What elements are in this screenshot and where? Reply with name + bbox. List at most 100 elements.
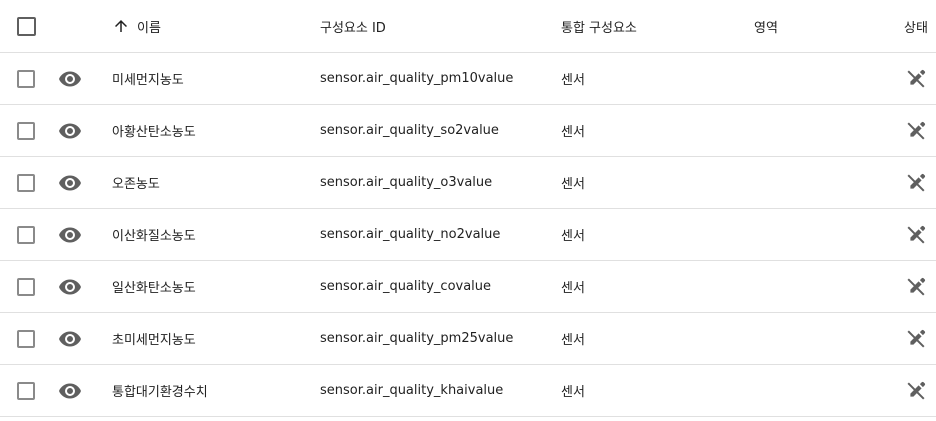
select-all-cell [17,0,36,52]
row-name-text: 이산화질소농도 [112,229,196,244]
table-row[interactable]: 통합대기환경수치 sensor.air_quality_khaivalue 센서 [0,365,936,417]
column-header-integration[interactable]: 통합 구성요소 [561,0,637,52]
table-row[interactable]: 미세먼지농도 sensor.air_quality_pm10value 센서 [0,53,936,105]
row-name-text: 통합대기환경수치 [112,385,208,400]
status-cell [904,209,928,260]
row-integration: 센서 [561,313,585,364]
visibility-cell [58,261,82,312]
row-checkbox[interactable] [17,329,35,348]
row-integration: 센서 [561,261,585,312]
pencil-off-icon[interactable] [904,171,928,195]
eye-icon[interactable] [58,379,82,403]
row-name-text: 초미세먼지농도 [112,333,196,348]
table-row[interactable]: 아황산탄소농도 sensor.air_quality_so2value 센서 [0,105,936,157]
row-checkbox[interactable] [17,121,35,140]
pencil-off-icon[interactable] [904,379,928,403]
visibility-cell [58,53,82,104]
row-select-cell [17,53,35,104]
row-entity-id-text: sensor.air_quality_khaivalue [320,383,504,398]
visibility-cell [58,157,82,208]
status-cell [904,53,928,104]
row-integration-text: 센서 [561,385,585,400]
eye-icon[interactable] [58,119,82,143]
row-integration: 센서 [561,105,585,156]
row-entity-id-text: sensor.air_quality_covalue [320,279,492,294]
column-header-status-label: 상태 [904,20,928,36]
pencil-off-icon[interactable] [904,275,928,299]
entities-table: 이름 구성요소 ID 통합 구성요소 영역 상태 미세먼지농도 sensor.a… [0,0,936,421]
row-integration-text: 센서 [561,73,585,88]
status-cell [904,313,928,364]
row-entity-id-text: sensor.air_quality_pm25value [320,331,514,346]
row-integration: 센서 [561,53,585,104]
row-name: 아황산탄소농도 [112,105,196,156]
table-row[interactable]: 초미세먼지농도 sensor.air_quality_pm25value 센서 [0,313,936,365]
row-integration-text: 센서 [561,177,585,192]
pencil-off-icon[interactable] [904,223,928,247]
table-row[interactable]: 이산화질소농도 sensor.air_quality_no2value 센서 [0,209,936,261]
eye-icon[interactable] [58,275,82,299]
table-row[interactable]: 오존농도 sensor.air_quality_o3value 센서 [0,157,936,209]
row-integration: 센서 [561,365,585,416]
row-entity-id: sensor.air_quality_khaivalue [320,365,503,416]
row-name: 오존농도 [112,157,160,208]
row-integration-text: 센서 [561,125,585,140]
pencil-off-icon[interactable] [904,119,928,143]
column-header-area-label: 영역 [754,20,778,36]
row-entity-id-text: sensor.air_quality_so2value [320,123,499,138]
column-header-entity-id[interactable]: 구성요소 ID [320,0,386,52]
row-name-text: 오존농도 [112,177,160,192]
eye-icon[interactable] [58,67,82,91]
row-entity-id: sensor.air_quality_no2value [320,209,500,260]
table-row[interactable]: 일산화탄소농도 sensor.air_quality_covalue 센서 [0,261,936,313]
row-entity-id-text: sensor.air_quality_no2value [320,227,501,242]
eye-icon[interactable] [58,171,82,195]
row-entity-id: sensor.air_quality_covalue [320,261,491,312]
column-header-status[interactable]: 상태 [904,0,928,52]
row-name: 통합대기환경수치 [112,365,208,416]
eye-icon[interactable] [58,223,82,247]
row-entity-id-text: sensor.air_quality_pm10value [320,71,514,86]
visibility-cell [58,105,82,156]
column-header-area[interactable]: 영역 [754,0,778,52]
row-name: 초미세먼지농도 [112,313,196,364]
visibility-cell [58,365,82,416]
row-integration-text: 센서 [561,229,585,244]
pencil-off-icon[interactable] [904,67,928,91]
status-cell [904,365,928,416]
row-entity-id: sensor.air_quality_so2value [320,105,499,156]
row-name-text: 아황산탄소농도 [112,125,196,140]
row-checkbox[interactable] [17,381,35,400]
row-select-cell [17,261,35,312]
row-integration-text: 센서 [561,281,585,296]
select-all-checkbox[interactable] [17,16,36,36]
row-name: 미세먼지농도 [112,53,184,104]
pencil-off-icon[interactable] [904,327,928,351]
row-checkbox[interactable] [17,225,35,244]
row-checkbox[interactable] [17,173,35,192]
eye-icon[interactable] [58,327,82,351]
status-cell [904,105,928,156]
row-select-cell [17,209,35,260]
column-header-entity-id-label: 구성요소 ID [320,20,386,36]
row-integration: 센서 [561,157,585,208]
row-entity-id-text: sensor.air_quality_o3value [320,175,493,190]
row-entity-id: sensor.air_quality_pm25value [320,313,513,364]
row-select-cell [17,365,35,416]
row-checkbox[interactable] [17,277,35,296]
column-header-name[interactable]: 이름 [112,0,161,52]
column-header-integration-label: 통합 구성요소 [561,20,637,36]
row-select-cell [17,313,35,364]
visibility-cell [58,209,82,260]
status-cell [904,157,928,208]
row-select-cell [17,105,35,156]
row-checkbox[interactable] [17,69,35,88]
table-header: 이름 구성요소 ID 통합 구성요소 영역 상태 [0,0,936,53]
row-select-cell [17,157,35,208]
row-name: 일산화탄소농도 [112,261,196,312]
row-entity-id: sensor.air_quality_pm10value [320,53,513,104]
arrow-up-icon[interactable] [112,17,130,35]
visibility-cell [58,313,82,364]
row-name-text: 미세먼지농도 [112,73,184,88]
row-entity-id: sensor.air_quality_o3value [320,157,492,208]
